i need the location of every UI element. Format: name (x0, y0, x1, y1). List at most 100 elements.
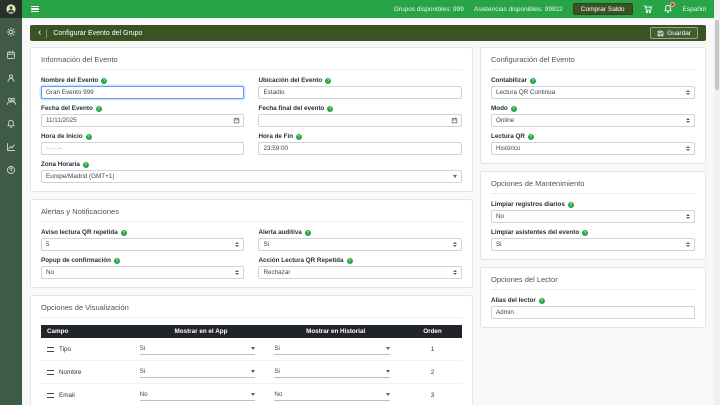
calendar-picker-icon[interactable] (233, 117, 240, 124)
contabilizar-select[interactable]: Lectura QR Continua (490, 86, 695, 99)
hora-inicio-input[interactable] (41, 142, 245, 155)
scrollbar-thumb[interactable] (715, 20, 719, 90)
users-icon (6, 96, 17, 106)
calendar-picker-icon[interactable] (451, 117, 458, 124)
calendar-icon (6, 50, 16, 60)
info-icon[interactable]: ? (85, 133, 92, 140)
cart-icon[interactable] (643, 4, 653, 14)
mostrar-historial-select[interactable]: Si (274, 366, 390, 378)
sidebar-item-stats[interactable] (4, 140, 18, 153)
field-limpiar-asistentes: Limpiar asistentes del evento ? Si (490, 229, 695, 251)
field-fecha-final: Fecha final del evento ? (258, 105, 462, 127)
limpiar-registros-select[interactable]: No (490, 210, 695, 223)
info-icon[interactable]: ? (527, 133, 534, 140)
selected-value: Si (263, 241, 270, 248)
save-button-label: Guardar (667, 29, 691, 37)
back-button[interactable]: ‹ (38, 28, 41, 38)
updown-arrows-icon (235, 270, 240, 275)
mostrar-historial-select[interactable]: Si (274, 343, 390, 355)
field-accion-qr-repetida: Acción Lectura QR Repetida ? Rechazar (258, 257, 462, 279)
chevron-down-icon (250, 370, 255, 373)
popup-confirmacion-select[interactable]: No (41, 266, 245, 279)
info-icon[interactable]: ? (95, 105, 102, 112)
save-button[interactable]: Guardar (650, 27, 698, 39)
alias-lector-input[interactable] (490, 306, 695, 319)
drag-handle-icon[interactable] (47, 346, 54, 352)
info-icon[interactable]: ? (101, 77, 108, 84)
sidebar-item-users[interactable] (4, 94, 18, 107)
drag-handle-icon[interactable] (47, 369, 54, 375)
info-icon[interactable]: ? (346, 257, 353, 264)
info-icon[interactable]: ? (120, 229, 127, 236)
info-icon[interactable]: ? (82, 161, 89, 168)
fecha-final-input[interactable] (258, 114, 462, 127)
selected-value: Rechazar (263, 269, 291, 276)
visualizacion-table: Campo Mostrar en el App Mostrar en Histo… (41, 325, 462, 405)
sidebar-item-help[interactable] (4, 163, 18, 176)
field-label: Zona Horaria (41, 161, 80, 168)
updown-arrows-icon (452, 242, 457, 247)
info-icon[interactable]: ? (538, 297, 545, 304)
field-label: Acción Lectura QR Repetida (258, 257, 344, 264)
menu-icon[interactable] (31, 5, 39, 13)
accion-qr-repetida-select[interactable]: Rechazar (258, 266, 462, 279)
ubicacion-evento-input[interactable] (258, 86, 462, 99)
field-label: Contabilizar (490, 77, 528, 84)
info-icon[interactable]: ? (530, 77, 537, 84)
language-selector[interactable]: Español (683, 6, 707, 13)
aviso-qr-number-input[interactable]: 5 (41, 238, 245, 251)
card-alertas-notificaciones: Alertas y Notificaciones Aviso lectura Q… (30, 199, 473, 288)
hora-fin-input[interactable] (258, 142, 462, 155)
field-label: Popup de confirmación (41, 257, 111, 264)
mostrar-app-select[interactable]: Si (139, 366, 255, 378)
section-title: Alertas y Notificaciones (41, 207, 462, 222)
field-hora-inicio: Hora de Inicio ? (41, 133, 245, 155)
section-title: Opciones de Visualización (41, 303, 462, 318)
page-title: Configurar Evento del Grupo (53, 29, 143, 37)
field-label: Hora de Fin (258, 133, 294, 140)
info-icon[interactable]: ? (567, 201, 574, 208)
selected-value: Histórico (495, 145, 521, 152)
alerta-auditiva-select[interactable]: Si (258, 238, 462, 251)
info-icon[interactable]: ? (304, 229, 311, 236)
limpiar-asistentes-select[interactable]: Si (490, 238, 695, 251)
selected-value: No (46, 269, 55, 276)
info-icon[interactable]: ? (327, 105, 334, 112)
brand-logo[interactable] (0, 0, 22, 18)
buy-balance-button[interactable]: Comprar Saldo (572, 3, 633, 15)
column-header-campo: Campo (41, 325, 134, 338)
sidebar-item-bell[interactable] (4, 117, 18, 130)
info-icon[interactable]: ? (582, 229, 589, 236)
selected-value: No (139, 391, 148, 398)
sidebar-nav (0, 18, 22, 405)
selected-value: Europe/Madrid (GMT+1) (46, 173, 115, 180)
drag-handle-icon[interactable] (47, 392, 54, 398)
lectura-qr-select[interactable]: Histórico (490, 142, 695, 155)
info-icon[interactable]: ? (296, 133, 303, 140)
info-icon[interactable]: ? (325, 77, 332, 84)
notification-badge (669, 2, 675, 7)
sidebar-item-user[interactable] (4, 71, 18, 84)
scrollbar[interactable] (714, 0, 720, 405)
card-opciones-lector: Opciones del Lector Alias del lector ? (479, 267, 706, 328)
sidebar-item-calendar[interactable] (4, 48, 18, 61)
main-content: ‹ Configurar Evento del Grupo Guardar In… (22, 18, 714, 405)
mostrar-app-select[interactable]: No (139, 389, 255, 401)
notifications-bell-icon[interactable] (663, 2, 675, 14)
mostrar-app-select[interactable]: Si (139, 343, 255, 355)
field-alerta-auditiva: Alerta auditiva ? Si (258, 229, 462, 251)
app-logo-icon (5, 3, 17, 15)
zona-horaria-select[interactable]: Europe/Madrid (GMT+1) (41, 170, 462, 183)
assists-available-text: Asistencias disponibles: 99922 (473, 5, 563, 13)
nombre-evento-input[interactable] (41, 86, 245, 99)
updown-arrows-icon (686, 90, 690, 95)
mostrar-historial-select[interactable]: No (274, 389, 390, 401)
number-spinner-icon[interactable] (235, 242, 240, 247)
sidebar-item-settings[interactable] (4, 25, 18, 38)
info-icon[interactable]: ? (510, 105, 517, 112)
field-label: Ubicación del Evento (258, 77, 323, 84)
modo-select[interactable]: Online (490, 114, 695, 127)
fecha-evento-input[interactable] (41, 114, 245, 127)
info-icon[interactable]: ? (113, 257, 120, 264)
field-ubicacion-evento: Ubicación del Evento ? (258, 77, 462, 99)
